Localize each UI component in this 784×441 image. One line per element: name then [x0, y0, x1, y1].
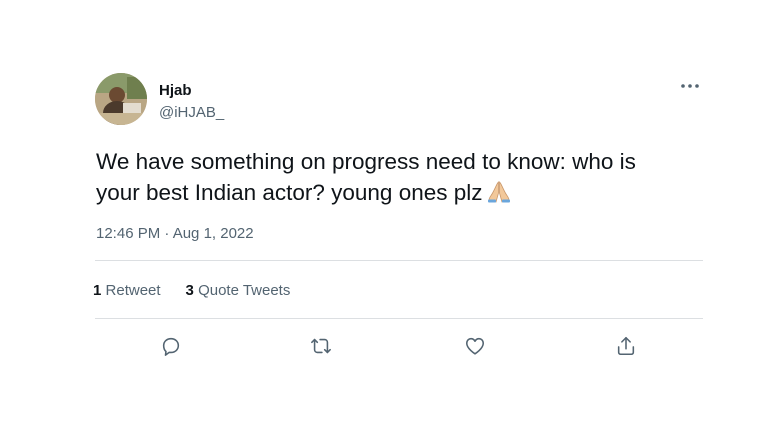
- heart-icon: [465, 337, 485, 355]
- tweet-card: Hjab @iHJAB_ We have something on progre…: [0, 0, 784, 441]
- avatar-photo: [95, 73, 147, 125]
- retweets-stat[interactable]: 1 Retweet: [93, 282, 161, 300]
- like-button[interactable]: [463, 334, 487, 358]
- quote-tweets-count: 3: [185, 282, 194, 299]
- tweet-text-line: your best Indian actor? young ones plz: [96, 177, 696, 211]
- tweet-text-line: We have something on progress need to kn…: [96, 149, 636, 174]
- divider: [95, 318, 703, 319]
- quote-tweets-stat[interactable]: 3 Quote Tweets: [186, 282, 291, 300]
- author-handle[interactable]: @iHJAB_: [159, 104, 224, 122]
- author-name[interactable]: Hjab: [159, 82, 192, 100]
- tweet-text: We have something on progress need to kn…: [96, 146, 696, 211]
- tweet-timestamp[interactable]: 12:46 PM · Aug 1, 2022: [96, 225, 254, 243]
- share-icon: [617, 336, 635, 356]
- divider: [95, 260, 703, 261]
- reply-icon: [162, 337, 180, 356]
- retweet-button[interactable]: [309, 334, 333, 358]
- tweet-text-segment: your best Indian actor? young ones plz: [96, 180, 483, 205]
- quote-tweets-label: Quote Tweets: [198, 282, 291, 299]
- retweets-label: Retweet: [105, 282, 161, 299]
- more-options-button[interactable]: [672, 76, 708, 96]
- engagement-stats: 1 Retweet 3 Quote Tweets: [93, 282, 290, 300]
- reply-button[interactable]: [159, 334, 183, 358]
- folded-hands-emoji-icon: [487, 180, 511, 211]
- retweet-icon: [311, 338, 331, 354]
- retweets-count: 1: [93, 282, 102, 299]
- more-horizontal-icon: [681, 84, 699, 88]
- share-button[interactable]: [614, 334, 638, 358]
- avatar[interactable]: [95, 73, 147, 125]
